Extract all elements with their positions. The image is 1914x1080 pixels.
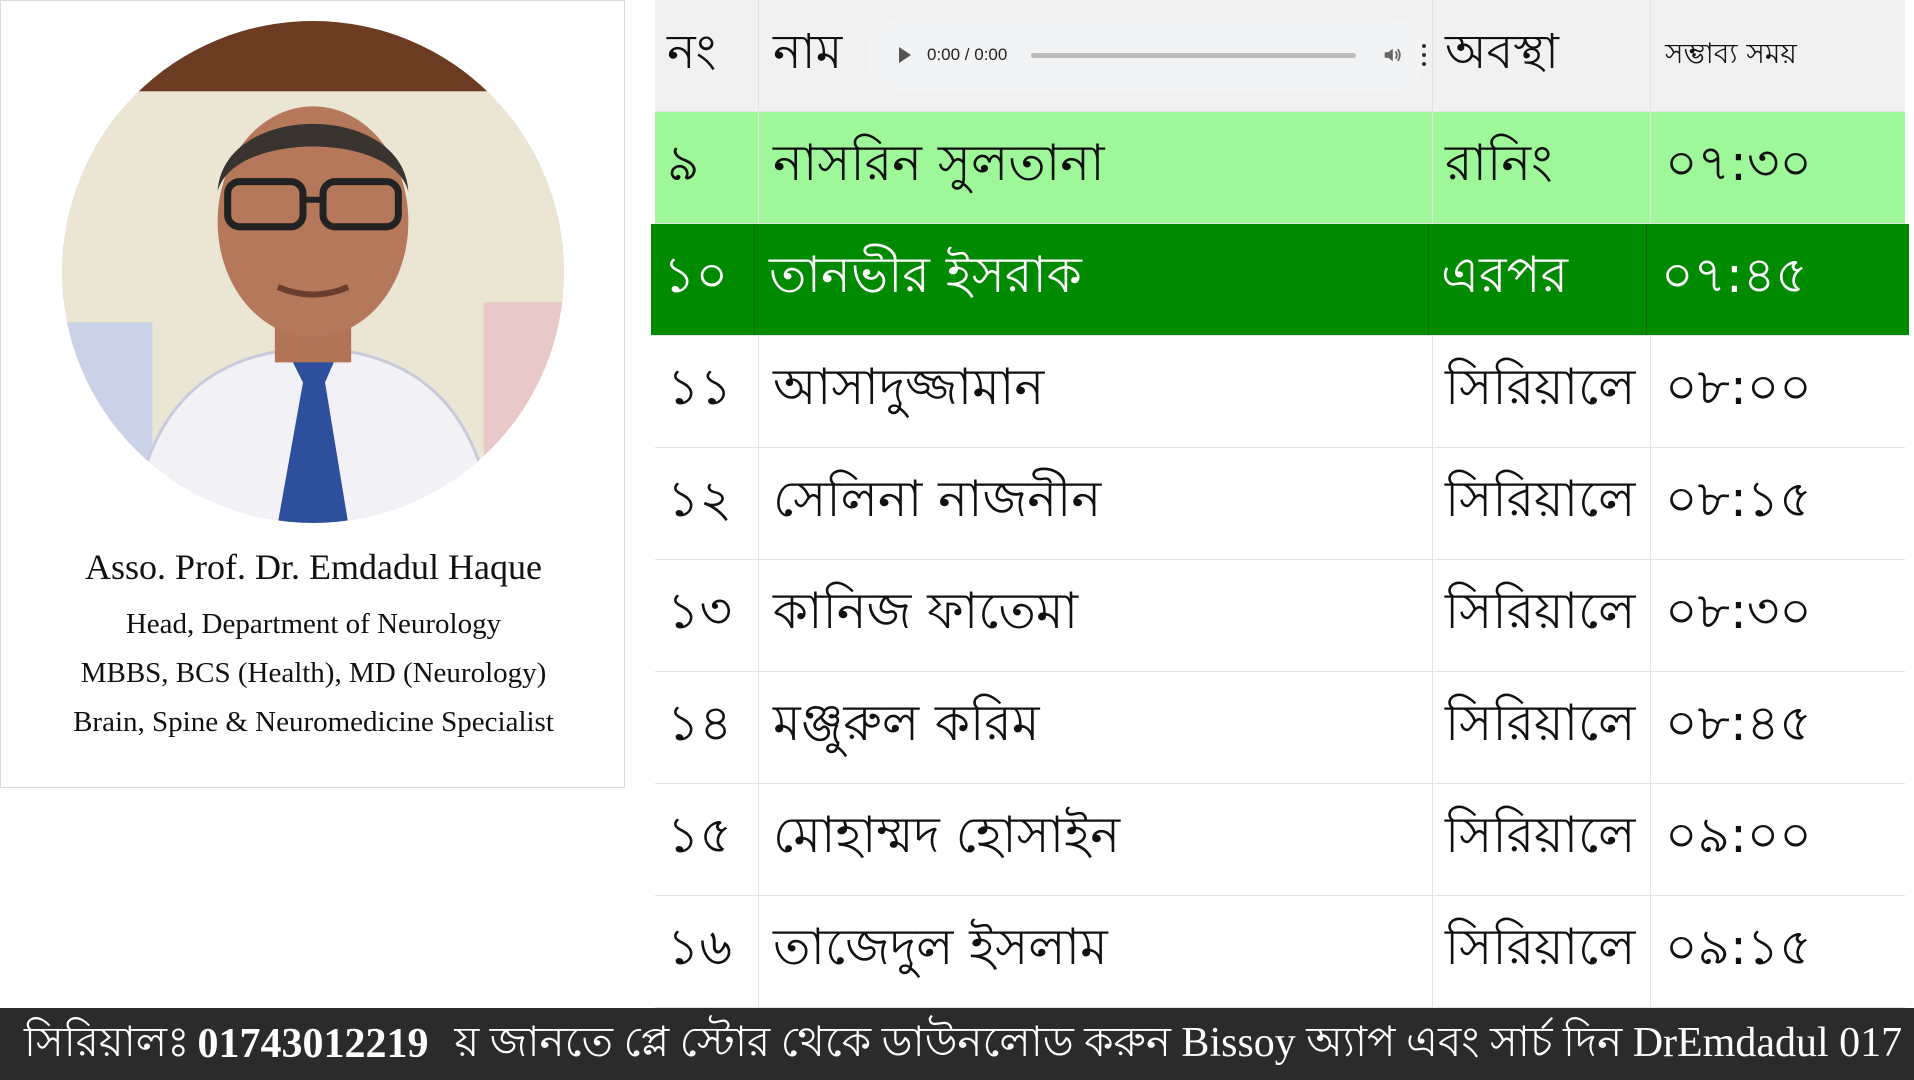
row-patient-name: মঞ্জুরুল করিম <box>759 672 1433 783</box>
table-row: ১৪ মঞ্জুরুল করিম সিরিয়ালে ০৮:৪৫ <box>655 672 1905 784</box>
doctor-portrait-image <box>62 21 564 523</box>
row-time: ০৮:১৫ <box>1665 470 1812 528</box>
row-serial-no: ৯ <box>655 112 759 223</box>
table-row: ১১ আসাদুজ্জামান সিরিয়ালে ০৮:০০ <box>655 336 1905 448</box>
table-row: ১৫ মোহাম্মদ হোসাইন সিরিয়ালে ০৯:০০ <box>655 784 1905 896</box>
row-status: সিরিয়ালে <box>1433 784 1651 895</box>
doctor-name: Asso. Prof. Dr. Emdadul Haque <box>85 547 542 587</box>
row-status: সিরিয়ালে <box>1433 448 1651 559</box>
row-patient-name: সেলিনা নাজনীন <box>759 448 1433 559</box>
row-serial-no: ১৪ <box>655 672 759 783</box>
table-row-next: ১০ তানভীর ইসরাক এরপর ০৭:৪৫ <box>651 224 1909 336</box>
table-row: ১২ সেলিনা নাজনীন সিরিয়ালে ০৮:১৫ <box>655 448 1905 560</box>
row-patient-name: মোহাম্মদ হোসাইন <box>759 784 1433 895</box>
row-patient-name: তাজেদুল ইসলাম <box>759 896 1433 1007</box>
header-status: অবস্থা <box>1433 0 1651 111</box>
header-name-label: নাম <box>773 24 843 80</box>
row-time: ০৭:৪৫ <box>1661 246 1808 304</box>
row-status: সিরিয়ালে <box>1433 336 1651 447</box>
header-no: নং <box>655 0 759 111</box>
table-header: নং নাম 0:00 / 0:00 অবস্থা সম্ভাব্য সময় <box>655 0 1905 112</box>
audio-time: 0:00 / 0:00 <box>927 45 1008 64</box>
doctor-photo <box>62 21 564 523</box>
row-serial-no: ১১ <box>655 336 759 447</box>
doctor-specialty: Brain, Spine & Neuromedicine Specialist <box>73 706 554 738</box>
doctor-degrees: MBBS, BCS (Health), MD (Neurology) <box>80 657 547 689</box>
row-patient-name: নাসরিন সুলতানা <box>759 112 1433 223</box>
play-icon[interactable] <box>899 47 911 63</box>
news-ticker: সিরিয়ালঃ 01743012219 য় জানতে প্লে স্টো… <box>0 1008 1914 1080</box>
doctor-card: Asso. Prof. Dr. Emdadul Haque Head, Depa… <box>0 0 625 788</box>
ticker-label: সিরিয়ালঃ <box>24 1019 190 1066</box>
doctor-designation: Head, Department of Neurology <box>125 608 502 640</box>
row-serial-no: ১৩ <box>655 560 759 671</box>
row-time: ০৯:০০ <box>1665 806 1812 864</box>
row-serial-no: ১৫ <box>655 784 759 895</box>
row-time: ০৭:৩০ <box>1665 134 1812 192</box>
row-serial-no: ১২ <box>655 448 759 559</box>
header-time: সম্ভাব্য সময় <box>1665 37 1797 70</box>
row-serial-no: ১০ <box>651 224 755 335</box>
row-time: ০৯:১৫ <box>1665 918 1812 976</box>
row-status: এরপর <box>1429 224 1647 335</box>
row-patient-name: তানভীর ইসরাক <box>755 224 1429 335</box>
row-time: ০৮:০০ <box>1665 358 1812 416</box>
row-serial-no: ১৬ <box>655 896 759 1007</box>
table-row-running: ৯ নাসরিন সুলতানা রানিং ০৭:৩০ <box>655 112 1905 224</box>
row-time: ০৮:৪৫ <box>1665 694 1812 752</box>
row-status: সিরিয়ালে <box>1433 672 1651 783</box>
row-patient-name: আসাদুজ্জামান <box>759 336 1433 447</box>
row-status: সিরিয়ালে <box>1433 560 1651 671</box>
audio-progress-bar[interactable] <box>1031 52 1356 58</box>
ticker-message: য় জানতে প্লে স্টোর থেকে ডাউনলোড করুন Bi… <box>454 1019 1903 1066</box>
table-row: ১৩ কানিজ ফাতেমা সিরিয়ালে ০৮:৩০ <box>655 560 1905 672</box>
table-row: ১৬ তাজেদুল ইসলাম সিরিয়ালে ০৯:১৫ <box>655 896 1905 1008</box>
row-status: রানিং <box>1433 112 1651 223</box>
row-patient-name: কানিজ ফাতেমা <box>759 560 1433 671</box>
volume-icon[interactable] <box>1382 44 1404 66</box>
more-options-icon[interactable] <box>1421 44 1427 66</box>
row-time: ০৮:৩০ <box>1665 582 1812 640</box>
audio-player[interactable]: 0:00 / 0:00 <box>867 18 1427 92</box>
ticker-phone: 01743012219 <box>197 1021 429 1067</box>
row-status: সিরিয়ালে <box>1433 896 1651 1007</box>
